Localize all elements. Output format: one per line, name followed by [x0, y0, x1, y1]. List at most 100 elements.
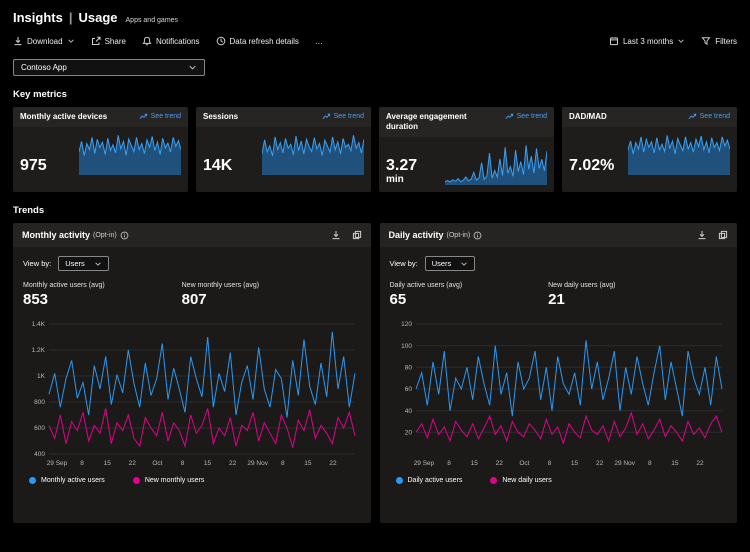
stat-monthly-active-users: Monthly active users (avg) 853: [23, 282, 182, 308]
svg-text:400: 400: [34, 451, 45, 458]
see-trend-label: See trend: [151, 113, 181, 120]
copy-icon[interactable]: [352, 230, 362, 240]
svg-text:15: 15: [304, 460, 312, 467]
date-range-label: Last 3 months: [623, 37, 673, 46]
metric-card-body: 14K: [196, 127, 371, 182]
chevron-down-icon: [188, 63, 197, 72]
metric-card-sessions: Sessions See trend 14K: [196, 107, 371, 192]
copy-icon[interactable]: [718, 230, 728, 240]
svg-text:22: 22: [495, 460, 503, 467]
chevron-down-icon: [67, 37, 75, 45]
trend-card-actions: [331, 230, 362, 240]
see-trend-link[interactable]: See trend: [139, 112, 181, 121]
trends-row: Monthly activity (Opt-in) View by: Users: [13, 223, 737, 523]
metric-card-dad-mad: DAD/MAD See trend 7.02%: [562, 107, 737, 192]
data-refresh-icon: [216, 36, 226, 46]
notifications-label: Notifications: [156, 37, 200, 46]
svg-text:20: 20: [404, 430, 412, 437]
view-by-selector[interactable]: Users: [425, 256, 476, 271]
daily-activity-chart: 2040608010012029 Sep81522Oct8152229 Nov8…: [390, 318, 728, 468]
trend-card-body: View by: Users Daily active users (avg) …: [380, 247, 738, 494]
download-button[interactable]: Download: [13, 36, 75, 46]
date-range-button[interactable]: Last 3 months: [609, 36, 685, 46]
command-bar-right: Last 3 months Filters: [609, 36, 737, 46]
metric-card-body: 3.27min: [379, 137, 554, 192]
notifications-button[interactable]: Notifications: [142, 36, 200, 46]
monthly-activity-card: Monthly activity (Opt-in) View by: Users: [13, 223, 371, 523]
calendar-icon: [609, 36, 619, 46]
trend-stats-row: Monthly active users (avg) 853 New month…: [23, 282, 361, 308]
view-by-selector[interactable]: Users: [58, 256, 109, 271]
svg-text:1.2K: 1.2K: [32, 347, 46, 354]
chart-legend: Daily active users New daily users: [390, 477, 728, 484]
more-button[interactable]: …: [315, 37, 323, 46]
share-button[interactable]: Share: [91, 36, 126, 46]
page-title: Insights: [13, 10, 63, 25]
legend-item: Daily active users: [396, 477, 463, 484]
sparkline-chart: [262, 131, 364, 175]
stat-daily-active-users: Daily active users (avg) 65: [390, 282, 549, 308]
svg-text:8: 8: [547, 460, 551, 467]
trend-card-body: View by: Users Monthly active users (avg…: [13, 247, 371, 494]
trend-stats-row: Daily active users (avg) 65 New daily us…: [390, 282, 728, 308]
trend-card-actions: [697, 230, 728, 240]
svg-text:600: 600: [34, 425, 45, 432]
stat-value: 853: [23, 291, 182, 308]
metric-value: 3.27min: [386, 158, 417, 185]
share-icon: [91, 36, 101, 46]
svg-text:Oct: Oct: [519, 460, 529, 467]
svg-text:1.4K: 1.4K: [32, 321, 46, 328]
stat-label: Daily active users (avg): [390, 282, 549, 289]
metric-value: 975: [20, 158, 47, 175]
metric-card-header: Average engagement duration See trend: [379, 107, 554, 137]
svg-text:8: 8: [181, 460, 185, 467]
svg-text:8: 8: [281, 460, 285, 467]
view-by-row: View by: Users: [23, 256, 361, 271]
legend-label: Daily active users: [408, 477, 463, 484]
legend-dot: [490, 477, 497, 484]
stat-label: Monthly active users (avg): [23, 282, 182, 289]
metric-card-monthly-active-devices: Monthly active devices See trend 975: [13, 107, 188, 192]
key-metrics-row: Monthly active devices See trend 975 Ses…: [13, 107, 737, 192]
filters-button[interactable]: Filters: [701, 36, 737, 46]
see-trend-label: See trend: [700, 113, 730, 120]
data-refresh-details-button[interactable]: Data refresh details: [216, 36, 299, 46]
title-separator: |: [69, 10, 73, 25]
info-icon[interactable]: [120, 231, 129, 240]
see-trend-link[interactable]: See trend: [322, 112, 364, 121]
legend-label: Monthly active users: [41, 477, 105, 484]
download-label: Download: [27, 37, 63, 46]
stat-new-monthly-users: New monthly users (avg) 807: [182, 282, 341, 308]
stat-label: New monthly users (avg): [182, 282, 341, 289]
trend-icon: [139, 112, 148, 121]
stat-value: 807: [182, 291, 341, 308]
info-icon[interactable]: [473, 231, 482, 240]
app-selector-value: Contoso App: [21, 63, 67, 72]
svg-text:8: 8: [647, 460, 651, 467]
download-icon[interactable]: [331, 230, 341, 240]
app-selector[interactable]: Contoso App: [13, 59, 205, 76]
chart-legend: Monthly active users New monthly users: [23, 477, 361, 484]
legend-label: New monthly users: [145, 477, 205, 484]
metric-card-header: DAD/MAD See trend: [562, 107, 737, 127]
download-icon[interactable]: [697, 230, 707, 240]
metric-card-body: 975: [13, 127, 188, 182]
trend-card-title: Monthly activity: [22, 230, 90, 240]
trends-heading: Trends: [13, 205, 737, 216]
see-trend-link[interactable]: See trend: [688, 112, 730, 121]
see-trend-link[interactable]: See trend: [505, 112, 547, 121]
svg-text:22: 22: [595, 460, 603, 467]
trend-icon: [322, 112, 331, 121]
view-by-value: Users: [65, 259, 85, 268]
command-bar: Download Share Notifications Data refres…: [13, 36, 737, 46]
stat-new-daily-users: New daily users (avg) 21: [548, 282, 707, 308]
svg-text:15: 15: [570, 460, 578, 467]
sparkline-chart: [445, 141, 547, 185]
svg-text:80: 80: [404, 365, 412, 372]
chevron-down-icon: [460, 260, 468, 268]
svg-text:800: 800: [34, 399, 45, 406]
svg-text:29 Nov: 29 Nov: [247, 460, 268, 467]
filters-label: Filters: [715, 37, 737, 46]
trend-icon: [505, 112, 514, 121]
svg-text:22: 22: [129, 460, 137, 467]
